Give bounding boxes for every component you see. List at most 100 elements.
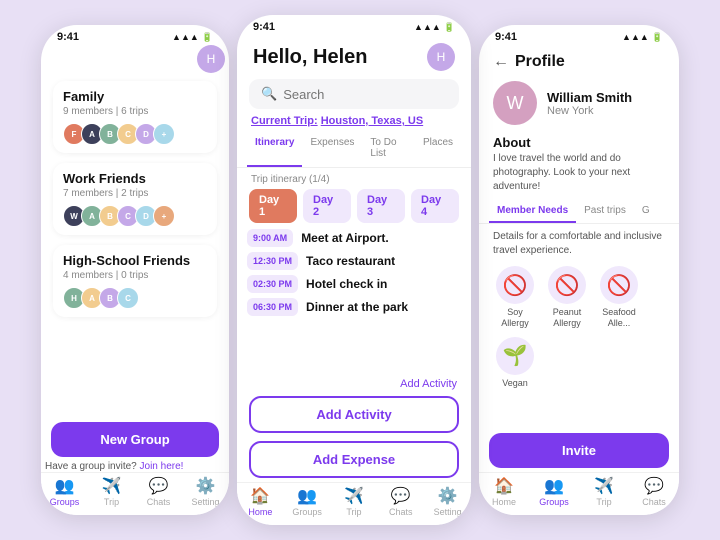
peanut-allergy-icon: 🚫 [548, 266, 586, 304]
nav-label: Chats [389, 507, 413, 517]
time-right: 9:41 [495, 31, 517, 43]
groups-list: Family 9 members | 6 trips F A B C D + W… [41, 73, 229, 422]
day-4-pill[interactable]: Day 4 [411, 189, 459, 223]
nav-home[interactable]: 🏠 Home [486, 479, 522, 507]
status-icons-right: ▲▲▲ 🔋 [622, 32, 663, 43]
center-header: Hello, Helen H [237, 35, 471, 75]
nav-label: Chats [147, 497, 171, 507]
home-icon: 🏠 [494, 479, 514, 495]
day-pills: Day 1 Day 2 Day 3 Day 4 [237, 189, 471, 229]
avatar: C [117, 287, 139, 309]
activity-3[interactable]: 02:30 PM Hotel check in [247, 275, 461, 293]
activity-4[interactable]: 06:30 PM Dinner at the park [247, 298, 461, 316]
avatar-stack: H A B C [63, 287, 207, 309]
itinerary-label: Trip itinerary (1/4) [237, 168, 471, 189]
profile-header: ← Profile [479, 45, 679, 75]
activity-name: Taco restaurant [306, 254, 395, 268]
tab-expenses[interactable]: Expenses [302, 131, 362, 167]
nav-setting[interactable]: ⚙️ Setting [188, 479, 224, 507]
center-avatar[interactable]: H [427, 43, 455, 71]
day-1-pill[interactable]: Day 1 [249, 189, 297, 223]
tab-todo[interactable]: To Do List [362, 131, 415, 167]
profile-user-row: W William Smith New York [479, 75, 679, 131]
search-input[interactable] [283, 87, 459, 102]
nav-setting[interactable]: ⚙️ Setting [430, 489, 466, 517]
group-family[interactable]: Family 9 members | 6 trips F A B C D + [53, 81, 217, 153]
nav-groups[interactable]: 👥 Groups [289, 489, 325, 517]
need-seafood-allergy: 🚫 Seafood Alle... [597, 266, 641, 329]
group-meta: 7 members | 2 trips [63, 188, 207, 199]
seafood-allergy-icon: 🚫 [600, 266, 638, 304]
time-badge: 02:30 PM [247, 275, 298, 293]
left-phone: 9:41 ▲▲▲ 🔋 H Family 9 members | 6 trips … [41, 25, 229, 515]
invite-button[interactable]: Invite [489, 433, 669, 468]
groups-icon: 👥 [55, 479, 75, 495]
add-activity-link[interactable]: Add Activity [237, 376, 471, 392]
nav-home[interactable]: 🏠 Home [242, 489, 278, 517]
nav-label: Chats [642, 497, 666, 507]
activity-2[interactable]: 12:30 PM Taco restaurant [247, 252, 461, 270]
nav-chats[interactable]: 💬 Chats [383, 489, 419, 517]
add-activity-button[interactable]: Add Activity [249, 396, 459, 433]
profile-info: William Smith New York [547, 90, 632, 117]
right-phone: 9:41 ▲▲▲ 🔋 ← Profile W William Smith New… [479, 25, 679, 515]
nav-trip[interactable]: ✈️ Trip [586, 479, 622, 507]
chats-icon: 💬 [644, 479, 664, 495]
bottom-nav-right: 🏠 Home 👥 Groups ✈️ Trip 💬 Chats [479, 472, 679, 515]
bottom-nav-left: 👥 Groups ✈️ Trip 💬 Chats ⚙️ Setting [41, 472, 229, 515]
avatar-stack: F A B C D + [63, 123, 207, 145]
greeting: Hello, Helen [253, 46, 367, 69]
group-meta: 9 members | 6 trips [63, 106, 207, 117]
status-icons-left: ▲▲▲ 🔋 [172, 32, 213, 43]
setting-icon: ⚙️ [196, 479, 216, 495]
time-left: 9:41 [57, 31, 79, 43]
status-bar-right: 9:41 ▲▲▲ 🔋 [479, 25, 679, 45]
group-highschool-friends[interactable]: High-School Friends 4 members | 0 trips … [53, 245, 217, 317]
nav-trip[interactable]: ✈️ Trip [336, 489, 372, 517]
tab-itinerary[interactable]: Itinerary [247, 131, 302, 167]
avatar: + [153, 205, 175, 227]
join-link[interactable]: Join here! [140, 461, 184, 472]
needs-grid: 🚫 Soy Allergy 🚫 Peanut Allergy 🚫 Seafood… [479, 262, 679, 394]
nav-chats[interactable]: 💬 Chats [636, 479, 672, 507]
sub-tabs: Member Needs Past trips G [479, 200, 679, 224]
add-expense-button[interactable]: Add Expense [249, 441, 459, 478]
groups-icon: 👥 [544, 479, 564, 495]
nav-chats[interactable]: 💬 Chats [141, 479, 177, 507]
itinerary-list: 9:00 AM Meet at Airport. 12:30 PM Taco r… [237, 229, 471, 376]
about-text: I love travel the world and do photograp… [479, 152, 679, 200]
nav-label: Groups [292, 507, 322, 517]
profile-name: William Smith [547, 90, 632, 105]
about-title: About [479, 131, 679, 152]
nav-label: Groups [50, 497, 80, 507]
search-bar[interactable]: 🔍 [249, 79, 459, 109]
sub-tab-g[interactable]: G [634, 200, 658, 223]
nav-trip[interactable]: ✈️ Trip [94, 479, 130, 507]
day-3-pill[interactable]: Day 3 [357, 189, 405, 223]
back-button[interactable]: ← [493, 53, 509, 71]
tab-places[interactable]: Places [415, 131, 461, 167]
status-bar-center: 9:41 ▲▲▲ 🔋 [237, 15, 471, 35]
trip-icon: ✈️ [344, 489, 364, 505]
sub-tab-member-needs[interactable]: Member Needs [489, 200, 576, 223]
sub-tab-past-trips[interactable]: Past trips [576, 200, 634, 223]
home-icon: 🏠 [250, 489, 270, 505]
need-label: Vegan [502, 378, 528, 389]
group-work-friends[interactable]: Work Friends 7 members | 2 trips W A B C… [53, 163, 217, 235]
tabs-row: Itinerary Expenses To Do List Places [237, 131, 471, 168]
new-group-button[interactable]: New Group [51, 422, 219, 457]
need-vegan: 🌱 Vegan [493, 337, 537, 389]
needs-description: Details for a comfortable and inclusive … [479, 224, 679, 262]
nav-groups[interactable]: 👥 Groups [536, 479, 572, 507]
need-label: Peanut Allergy [545, 307, 589, 329]
day-2-pill[interactable]: Day 2 [303, 189, 351, 223]
setting-icon: ⚙️ [438, 489, 458, 505]
vegan-icon: 🌱 [496, 337, 534, 375]
groups-icon: 👥 [297, 489, 317, 505]
trip-location: Houston, Texas, US [321, 115, 423, 127]
activity-1[interactable]: 9:00 AM Meet at Airport. [247, 229, 461, 247]
nav-groups[interactable]: 👥 Groups [47, 479, 83, 507]
nav-label: Trip [104, 497, 119, 507]
nav-label: Setting [191, 497, 219, 507]
time-badge: 12:30 PM [247, 252, 298, 270]
